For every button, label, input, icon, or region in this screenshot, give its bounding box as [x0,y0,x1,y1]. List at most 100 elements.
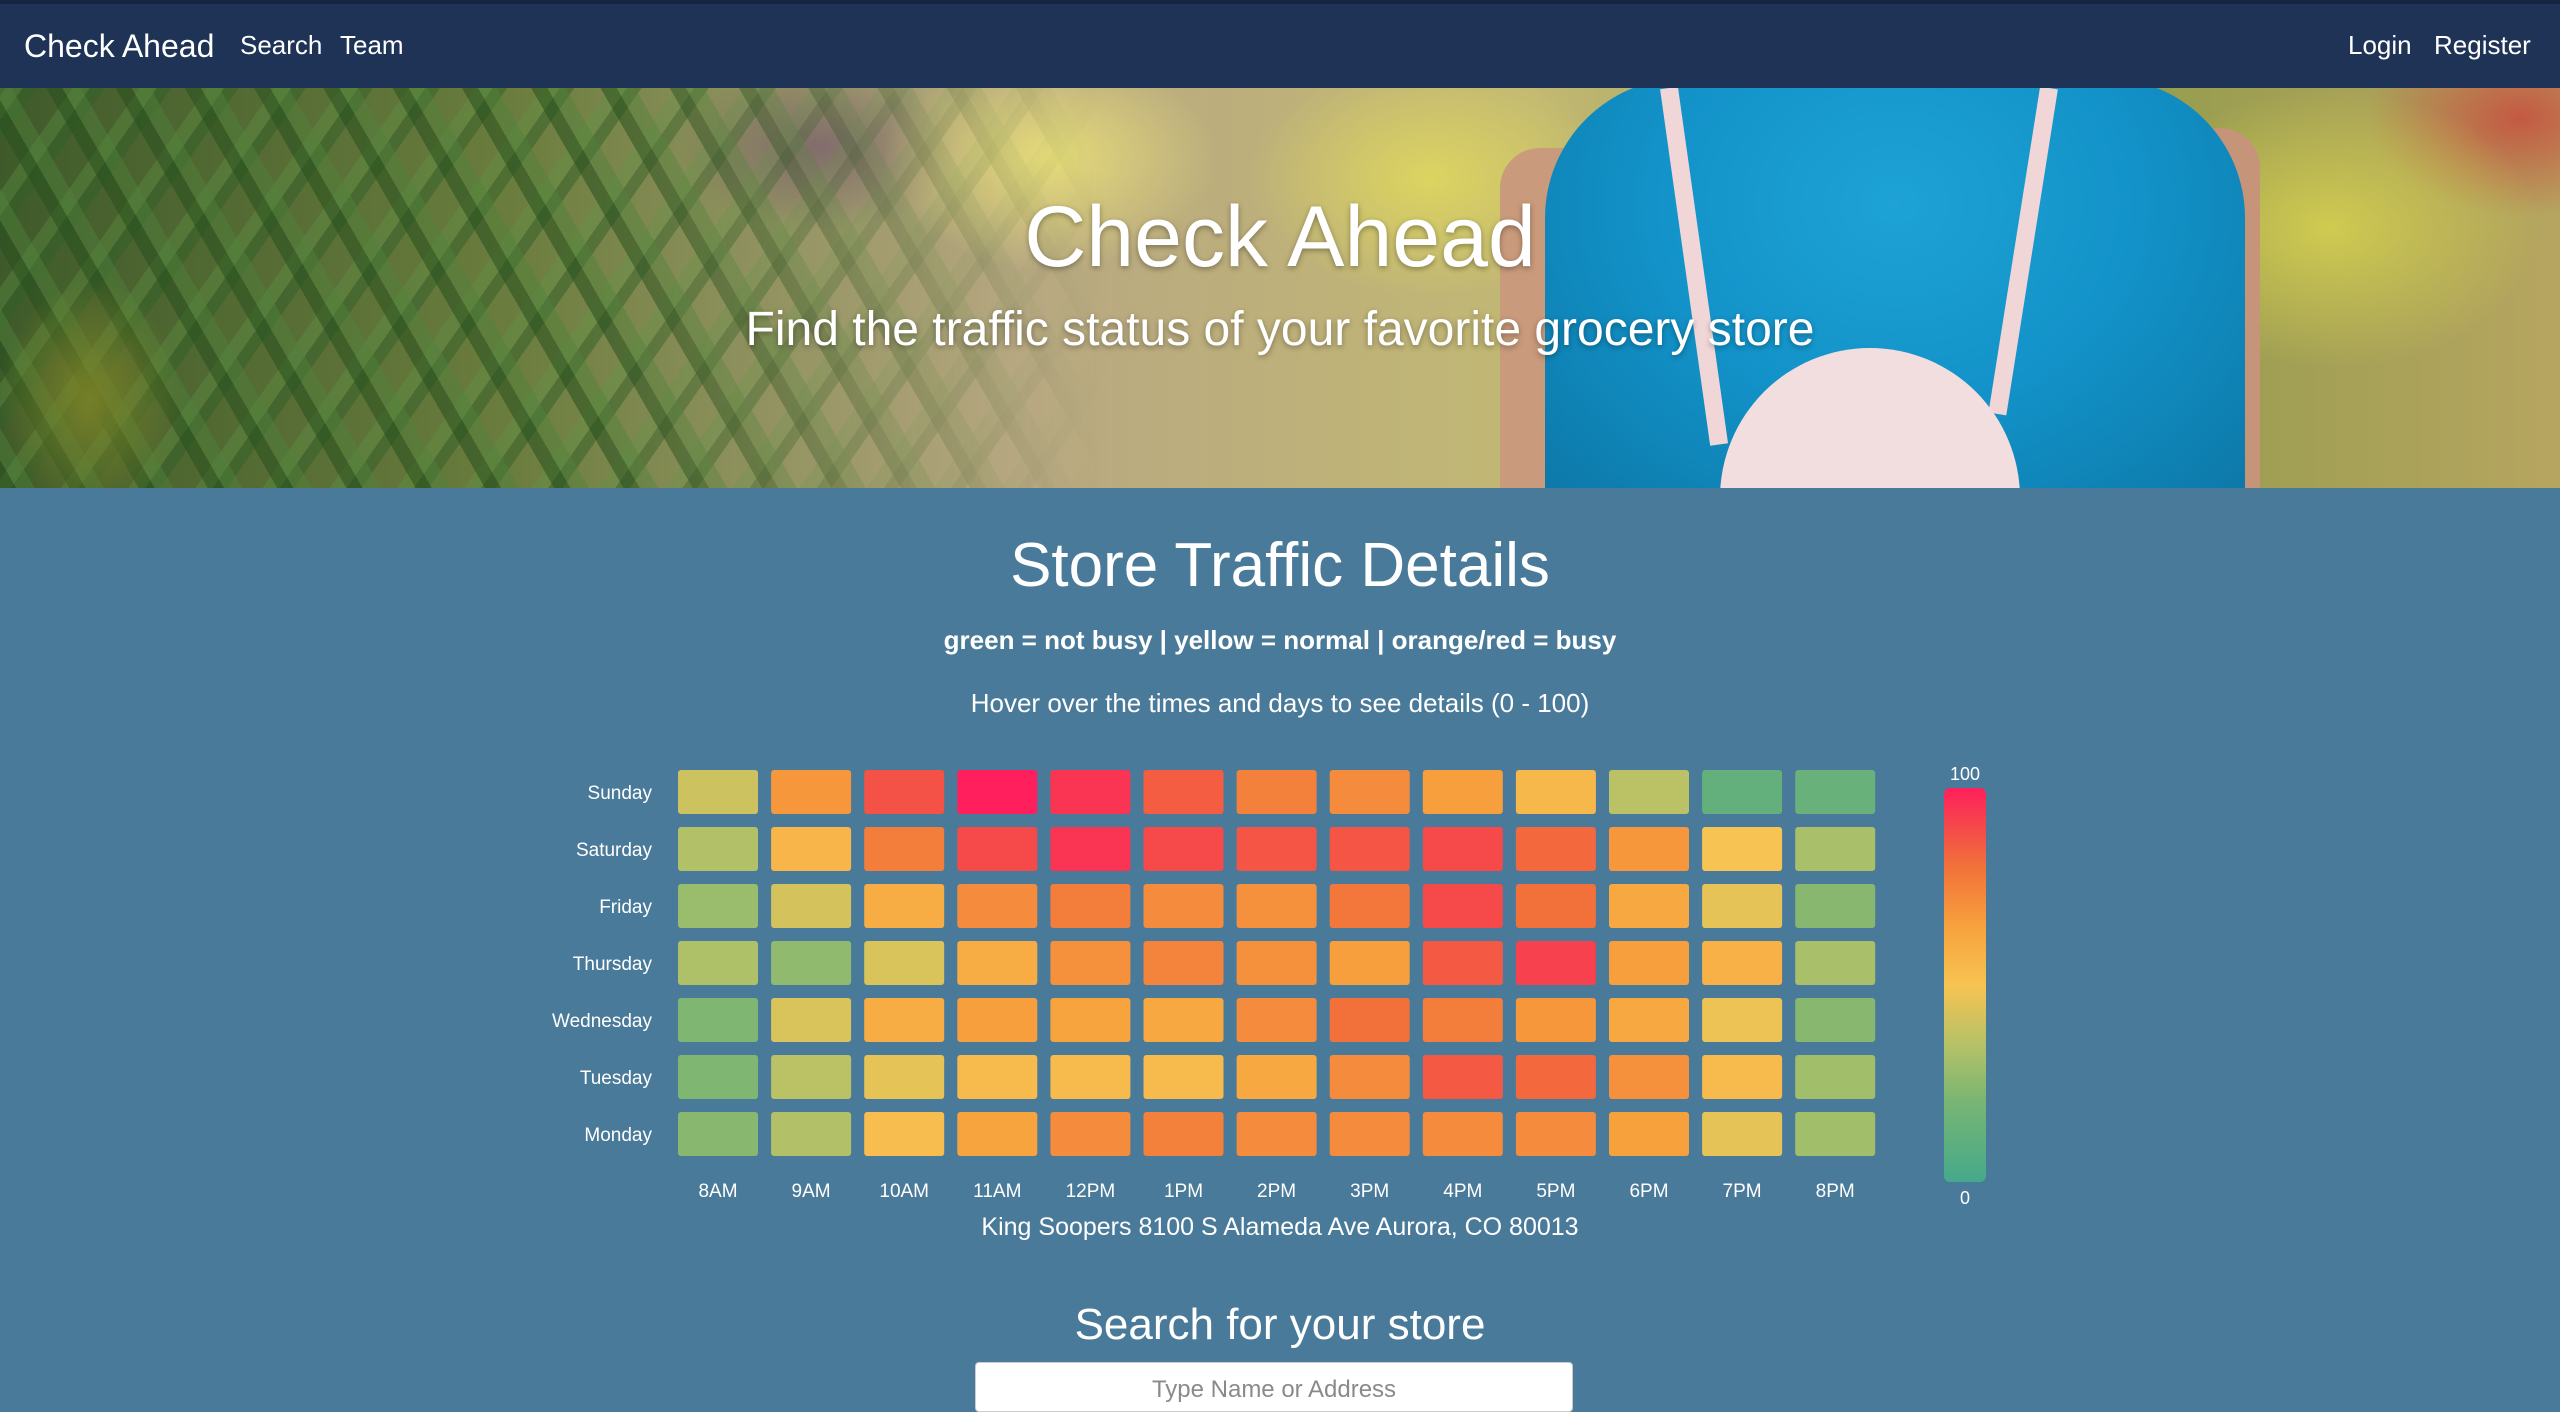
heatmap-cell[interactable]: Sunday 8AM: 40 [678,770,758,814]
heatmap-hour-label: 8AM [698,1181,737,1202]
heatmap-cell[interactable]: Wednesday 8AM: 22 [678,998,758,1042]
heatmap-cell[interactable]: Wednesday 11AM: 66 [957,998,1038,1042]
heatmap-cell[interactable]: Saturday 5PM: 82 [1515,827,1596,871]
heatmap-cell[interactable]: Friday 5PM: 80 [1515,884,1596,928]
heatmap-cell[interactable]: Saturday 9AM: 56 [771,827,852,871]
heatmap-cell[interactable]: Monday 11AM: 64 [957,1112,1038,1156]
heatmap-cell[interactable]: Sunday 4PM: 66 [1422,770,1503,814]
heatmap-cell[interactable]: Saturday 8AM: 34 [678,827,758,871]
heatmap-cell[interactable]: Friday 8AM: 28 [678,884,758,928]
heatmap-cell[interactable]: Saturday 8PM: 32 [1795,827,1876,871]
heatmap-day-label: Saturday [576,840,653,861]
heatmap-cell[interactable]: Monday 8PM: 30 [1795,1112,1876,1156]
heatmap-cell[interactable]: Wednesday 3PM: 80 [1329,998,1410,1042]
heatmap-cell[interactable]: Wednesday 8PM: 24 [1795,998,1876,1042]
heatmap-cell[interactable]: Thursday 8PM: 32 [1795,941,1876,985]
heatmap-hour-label: 3PM [1350,1181,1389,1202]
heatmap-cell[interactable]: Sunday 10AM: 88 [864,770,945,814]
heatmap-cell[interactable]: Monday 5PM: 72 [1515,1112,1596,1156]
heatmap-cell[interactable]: Monday 12PM: 72 [1050,1112,1131,1156]
heatmap-cell[interactable]: Tuesday 8AM: 22 [678,1055,758,1099]
heatmap-cell[interactable]: Saturday 3PM: 87 [1329,827,1410,871]
heatmap-cell[interactable]: Sunday 7PM: 12 [1702,770,1783,814]
heatmap-cell[interactable]: Friday 11AM: 72 [957,884,1038,928]
heatmap-cell[interactable]: Tuesday 8PM: 30 [1795,1055,1876,1099]
heatmap-cell[interactable]: Thursday 12PM: 70 [1050,941,1131,985]
heatmap-cell[interactable]: Tuesday 6PM: 70 [1609,1055,1689,1099]
heatmap-cell[interactable]: Monday 2PM: 72 [1236,1112,1317,1156]
heatmap-cell[interactable]: Saturday 4PM: 90 [1422,827,1503,871]
store-address: King Soopers 8100 S Alameda Ave Aurora, … [981,1213,1579,1241]
heatmap-cell[interactable]: Thursday 3PM: 66 [1329,941,1410,985]
heatmap-cell[interactable]: Wednesday 12PM: 64 [1050,998,1131,1042]
heatmap-cell[interactable]: Wednesday 6PM: 62 [1609,998,1689,1042]
heatmap-cell[interactable]: Sunday 3PM: 72 [1329,770,1410,814]
heatmap-cell[interactable]: Tuesday 2PM: 62 [1236,1055,1317,1099]
heatmap-cell[interactable]: Tuesday 9AM: 36 [771,1055,852,1099]
heatmap-cell[interactable]: Wednesday 10AM: 60 [864,998,945,1042]
heatmap-cell[interactable]: Sunday 11AM: 100 [957,770,1038,814]
heatmap-cell[interactable]: Saturday 12PM: 95 [1050,827,1131,871]
heatmap-cell[interactable]: Tuesday 3PM: 72 [1329,1055,1410,1099]
heatmap-cell[interactable]: Tuesday 1PM: 54 [1143,1055,1224,1099]
heatmap-cell[interactable]: Saturday 10AM: 76 [864,827,945,871]
heatmap-cell[interactable]: Thursday 2PM: 70 [1236,941,1317,985]
heatmap-cell[interactable]: Tuesday 7PM: 54 [1702,1055,1783,1099]
heatmap-cell[interactable]: Saturday 6PM: 68 [1609,827,1689,871]
heatmap-cell[interactable]: Friday 4PM: 90 [1422,884,1503,928]
heatmap-cell[interactable]: Monday 3PM: 72 [1329,1112,1410,1156]
heatmap-cell[interactable]: Sunday 6PM: 36 [1609,770,1689,814]
heatmap-cell[interactable]: Sunday 5PM: 55 [1515,770,1596,814]
heatmap-cell[interactable]: Friday 2PM: 70 [1236,884,1317,928]
heatmap-cell[interactable]: Wednesday 2PM: 72 [1236,998,1317,1042]
heatmap-cell[interactable]: Thursday 10AM: 43 [864,941,945,985]
heatmap-cell[interactable]: Saturday 2PM: 87 [1236,827,1317,871]
heatmap-cell[interactable]: Tuesday 4PM: 86 [1422,1055,1503,1099]
heatmap-cell[interactable]: Friday 7PM: 46 [1702,884,1783,928]
heatmap-cell[interactable]: Thursday 1PM: 74 [1143,941,1224,985]
heatmap-cell[interactable]: Saturday 11AM: 90 [957,827,1038,871]
heatmap-cell[interactable]: Tuesday 10AM: 46 [864,1055,945,1099]
heatmap-cell[interactable]: Thursday 7PM: 58 [1702,941,1783,985]
heatmap-hour-label: 10AM [879,1181,929,1202]
store-search-input[interactable] [975,1362,1573,1412]
heatmap-cell[interactable]: Tuesday 11AM: 54 [957,1055,1038,1099]
heatmap-cell[interactable]: Saturday 7PM: 50 [1702,827,1783,871]
heatmap-cell[interactable]: Tuesday 12PM: 54 [1050,1055,1131,1099]
heatmap-cell[interactable]: Monday 9AM: 34 [771,1112,852,1156]
heatmap-cell[interactable]: Thursday 5PM: 92 [1515,941,1596,985]
heatmap-cell[interactable]: Friday 9AM: 42 [771,884,852,928]
heatmap-cell[interactable]: Sunday 1PM: 85 [1143,770,1224,814]
heatmap-cell[interactable]: Wednesday 5PM: 68 [1515,998,1596,1042]
heatmap-hour-label: 1PM [1164,1181,1203,1202]
heatmap-cell[interactable]: Thursday 4PM: 86 [1422,941,1503,985]
heatmap-cell[interactable]: Thursday 9AM: 26 [771,941,852,985]
heatmap-cell[interactable]: Wednesday 9AM: 43 [771,998,852,1042]
heatmap-cell[interactable]: Monday 7PM: 46 [1702,1112,1783,1156]
heatmap-cell[interactable]: Monday 10AM: 52 [864,1112,945,1156]
heatmap-cell[interactable]: Saturday 1PM: 90 [1143,827,1224,871]
heatmap-cell[interactable]: Friday 1PM: 72 [1143,884,1224,928]
heatmap-cell[interactable]: Sunday 12PM: 95 [1050,770,1131,814]
heatmap-cell[interactable]: Tuesday 5PM: 82 [1515,1055,1596,1099]
heatmap-cell[interactable]: Sunday 8PM: 14 [1795,770,1876,814]
heatmap-cell[interactable]: Wednesday 1PM: 62 [1143,998,1224,1042]
heatmap-cell[interactable]: Friday 3PM: 78 [1329,884,1410,928]
heatmap-cell[interactable]: Thursday 11AM: 60 [957,941,1038,985]
heatmap-cell[interactable]: Friday 10AM: 60 [864,884,945,928]
heatmap-cell[interactable]: Monday 8AM: 24 [678,1112,758,1156]
heatmap-cell[interactable]: Wednesday 4PM: 76 [1422,998,1503,1042]
heatmap-cell[interactable]: Thursday 8AM: 33 [678,941,758,985]
heatmap-cell[interactable]: Wednesday 7PM: 48 [1702,998,1783,1042]
heatmap-cell[interactable]: Sunday 9AM: 68 [771,770,852,814]
heatmap-cell[interactable]: Friday 8PM: 24 [1795,884,1876,928]
heatmap-cell[interactable]: Friday 12PM: 76 [1050,884,1131,928]
heatmap-hour-label: 8PM [1816,1181,1855,1202]
heatmap-cell[interactable]: Monday 1PM: 75 [1143,1112,1224,1156]
heatmap-hour-label: 12PM [1066,1181,1116,1202]
heatmap-cell[interactable]: Monday 4PM: 72 [1422,1112,1503,1156]
heatmap-cell[interactable]: Sunday 2PM: 75 [1236,770,1317,814]
heatmap-cell[interactable]: Friday 6PM: 62 [1609,884,1689,928]
heatmap-cell[interactable]: Thursday 6PM: 66 [1609,941,1689,985]
heatmap-cell[interactable]: Monday 6PM: 65 [1609,1112,1689,1156]
